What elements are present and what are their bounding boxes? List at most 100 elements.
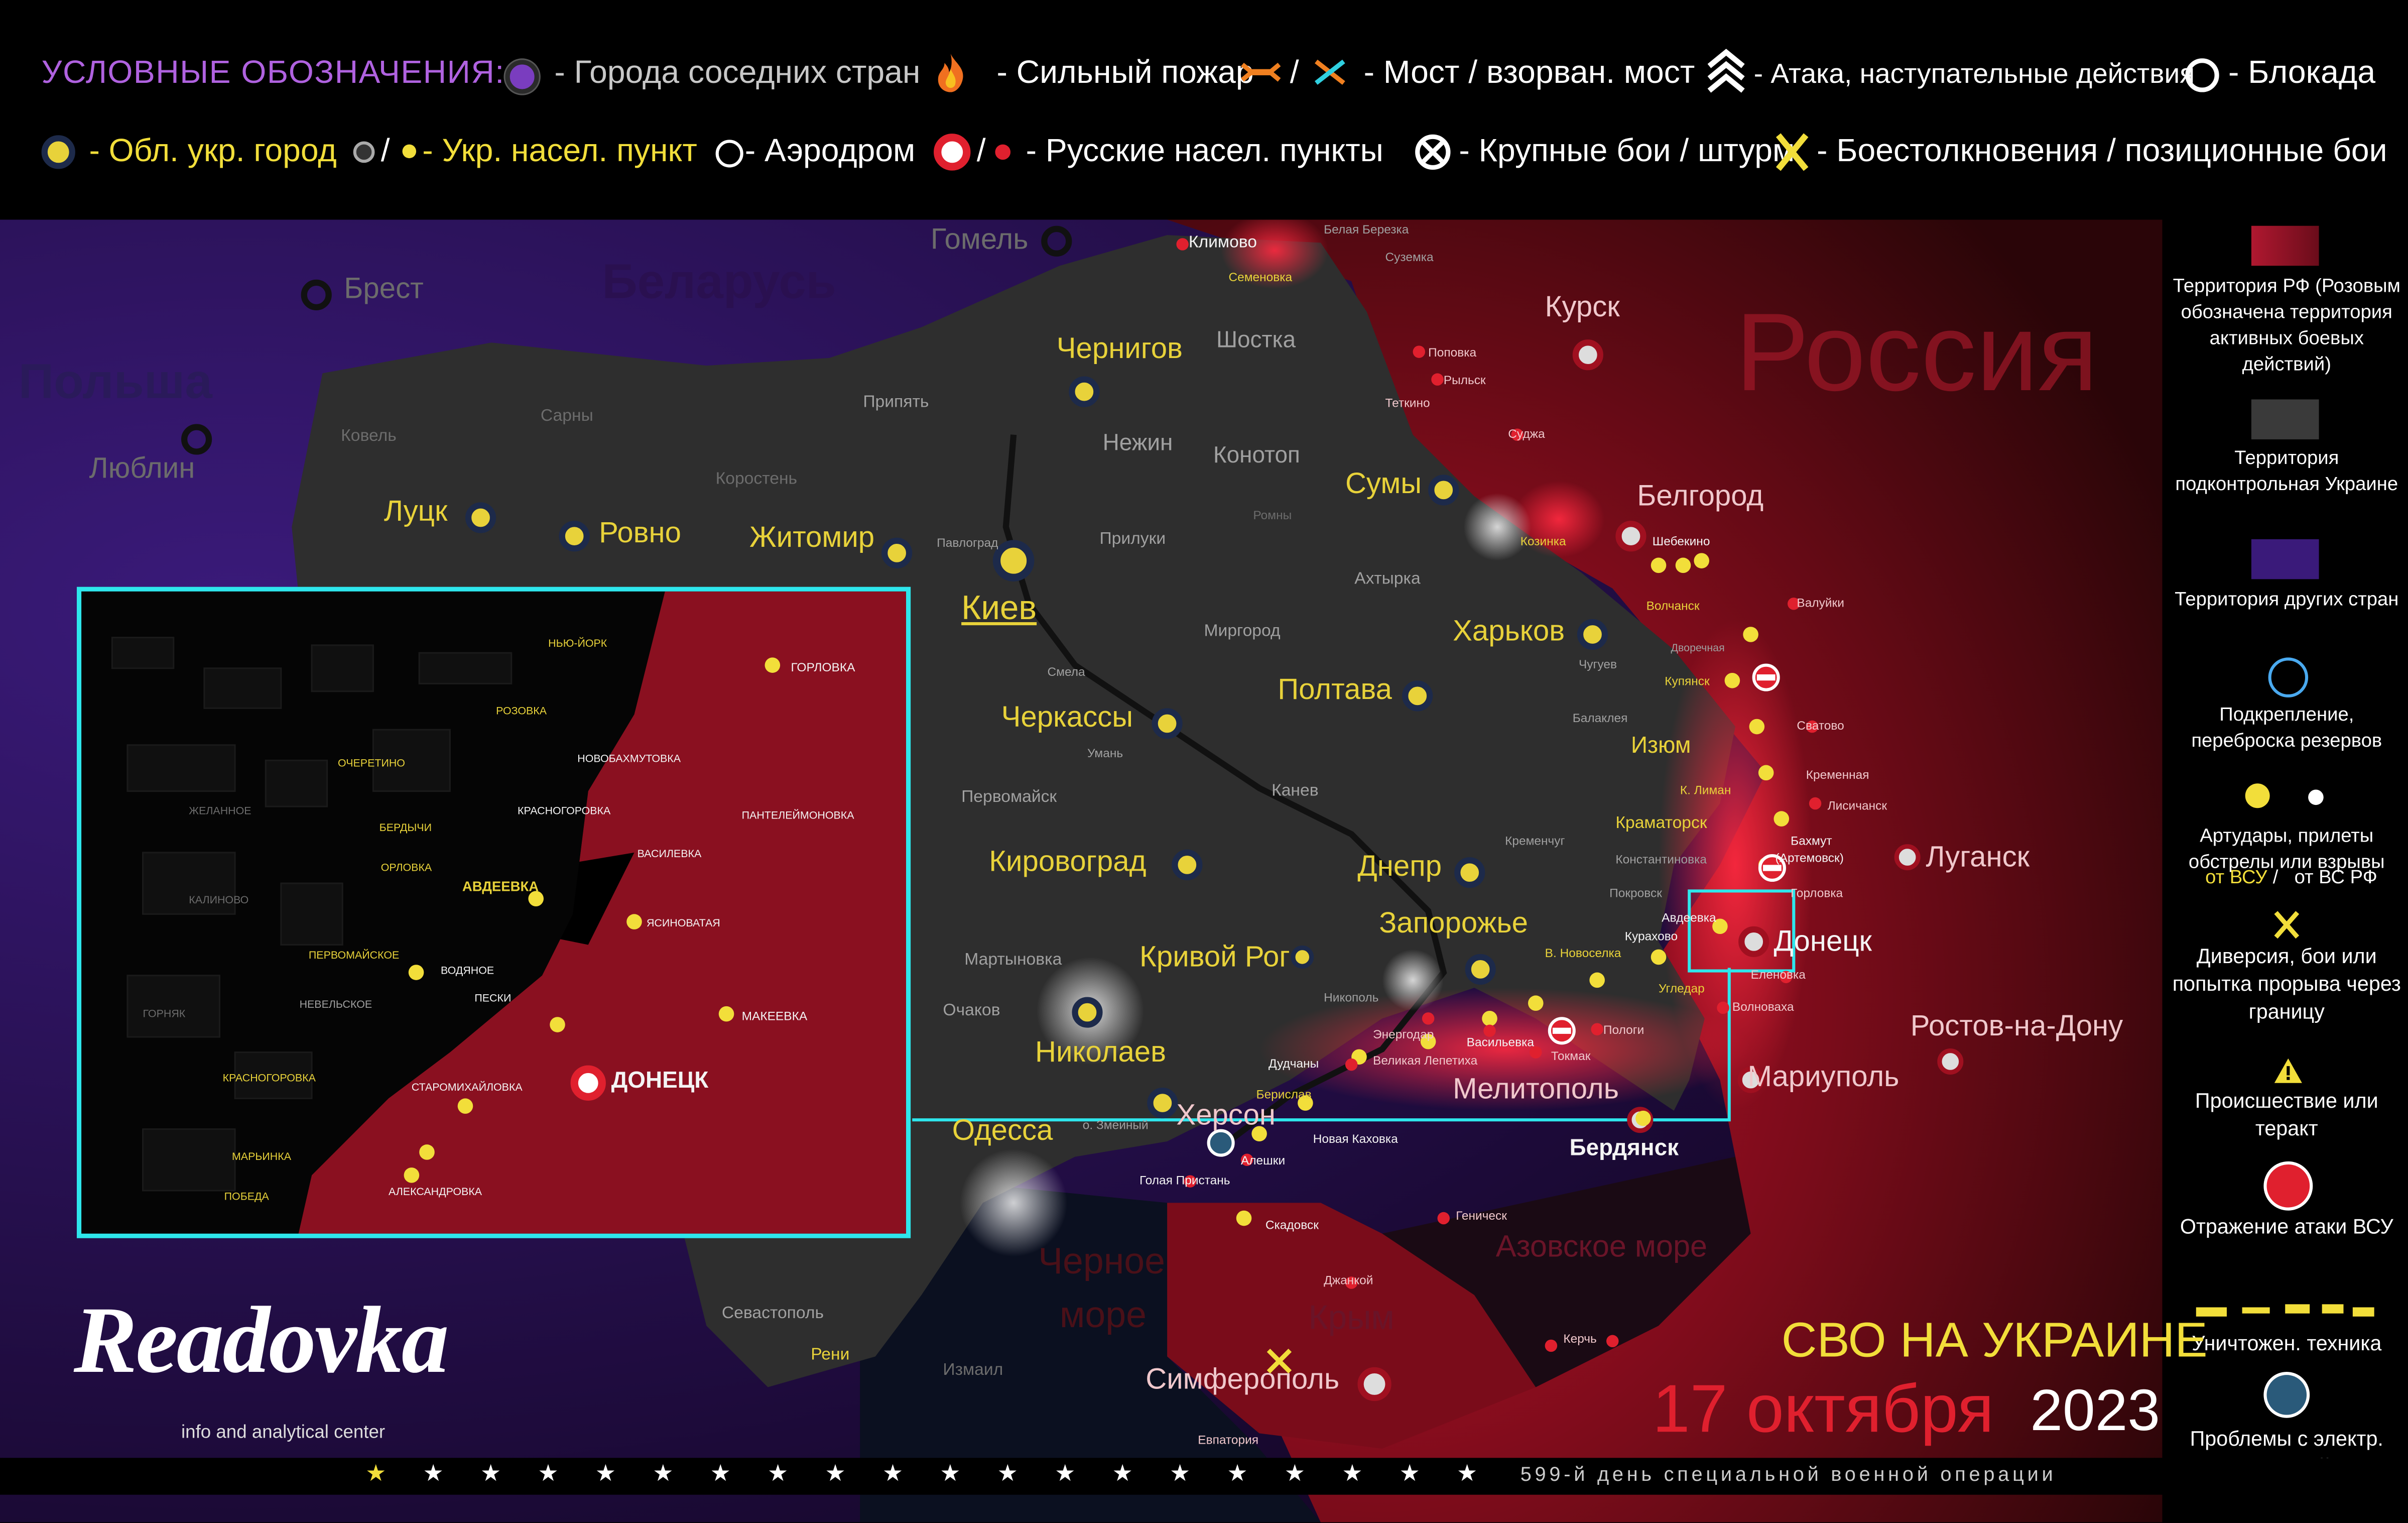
- legend-big-battles: - Крупные бои / штурм: [1459, 134, 1795, 169]
- town-izyum: Изюм: [1630, 733, 1691, 759]
- town-shebekino: Шебекино: [1652, 534, 1710, 549]
- town-klimovo: Климово: [1188, 233, 1257, 252]
- town-kozinka: Козинка: [1520, 534, 1566, 549]
- legend-row-1: УСЛОВНЫЕ ОБОЗНАЧЕНИЯ: - Города соседних …: [0, 38, 2408, 112]
- town-konstantinovka: Константиновка: [1615, 852, 1707, 867]
- poland-label: Польша: [18, 353, 212, 409]
- footer-star-icon: ★: [882, 1461, 904, 1487]
- footer-star-icon: ★: [1112, 1461, 1133, 1487]
- oblast-city-icon: [41, 135, 75, 169]
- destroyed-vehicles-icon: [2193, 1298, 2377, 1320]
- town-tokmak: Токмак: [1551, 1049, 1591, 1064]
- town-uman: Первомайск: [961, 788, 1057, 807]
- town-kramatorsk: Краматорск: [1615, 814, 1707, 833]
- town-valuiki: Валуйки: [1797, 596, 1844, 610]
- inset-new-york: НЬЮ-ЙОРК: [548, 639, 607, 650]
- inset-rozovka: РОЗОВКА: [496, 707, 547, 718]
- fire-glow-nikopol: [1382, 949, 1444, 1011]
- city-lugansk: Луганск: [1926, 842, 2030, 874]
- footer-star-icon: ★: [940, 1461, 961, 1487]
- town-nikopol: Никополь: [1324, 991, 1379, 1005]
- city-rovno: Ровно: [599, 517, 681, 550]
- inset-makeevka: МАКЕЕВКА: [741, 1009, 808, 1023]
- town-pripyat: Припять: [863, 393, 929, 412]
- town-kovel: Ковель: [341, 427, 397, 446]
- electricity-marker: [1207, 1129, 1235, 1157]
- inset-pobeda: ПОБЕДА: [224, 1192, 269, 1203]
- legend-ukr-town: - Укр. насел. пункт: [422, 134, 697, 169]
- sidebar-artillery-ukr: от ВСУ: [2205, 866, 2267, 888]
- footer-star-icon: ★: [480, 1461, 501, 1487]
- city-sumy: Сумы: [1345, 468, 1422, 501]
- inset-pervomaiskoe: ПЕРВОМАЙСКОЕ: [308, 951, 400, 962]
- fire-icon: [931, 51, 971, 94]
- city-kiev: Киев: [961, 588, 1037, 627]
- city-zhitomir: Житомир: [749, 522, 875, 555]
- town-priluki: Прилуки: [1099, 530, 1166, 549]
- town-suzemka: Суземка: [1385, 250, 1434, 265]
- footer-star-icon: ★: [1457, 1461, 1478, 1487]
- city-krivoy-rog: Кривой Рог: [1139, 942, 1290, 974]
- footer-star-icon: ★: [1399, 1461, 1420, 1487]
- bridge-icon: [1239, 55, 1283, 89]
- russian-town-icon: [995, 144, 1011, 160]
- legend-title: УСЛОВНЫЕ ОБОЗНАЧЕНИЯ:: [41, 55, 505, 91]
- footer-star-icon: ★: [1342, 1461, 1363, 1487]
- fire-glow-odessa: [960, 1149, 1068, 1257]
- reinforcement-icon: [2268, 657, 2309, 697]
- town-v-novoselka: В. Новоселка: [1545, 946, 1621, 961]
- footer-star-icon: ★: [825, 1461, 846, 1487]
- sabotage-icon: [2273, 909, 2301, 940]
- city-brest: Брест: [344, 273, 424, 306]
- inset-svg: [81, 591, 906, 1234]
- town-icon-yellow: [402, 144, 417, 159]
- town-kurakhovo: Курахово: [1624, 929, 1678, 944]
- legend-airfield: - Аэродром: [744, 134, 916, 169]
- donetsk-inset: ГОРЛОВКА НЬЮ-ЙОРК РОЗОВКА НОВОБАХМУТОВКА…: [76, 587, 911, 1238]
- inset-gornyak: ГОРНЯК: [143, 1009, 186, 1020]
- city-kursk: Курск: [1545, 292, 1620, 324]
- city-chernigov: Чернигов: [1056, 333, 1183, 366]
- town-reni: Севастополь: [721, 1304, 824, 1323]
- ukraine-swatch: [2251, 399, 2319, 439]
- town-kerch: Керчь: [1563, 1332, 1597, 1346]
- airfield-icon: [715, 140, 743, 168]
- city-kherson: Херсон: [1176, 1100, 1276, 1132]
- town-gorlovka: Горловка: [1791, 886, 1843, 900]
- town-sudzha: Суджа: [1508, 427, 1545, 441]
- headline: СВО НА УКРАИНЕ: [1781, 1312, 2208, 1367]
- town-korosten: Коростень: [715, 470, 798, 489]
- sidebar-artillery-slash: /: [2272, 866, 2278, 888]
- footer-star-icon: ★: [710, 1461, 731, 1487]
- city-kharkov: Харьков: [1453, 616, 1565, 649]
- town-svatovo: Сватово: [1797, 719, 1844, 733]
- town-bakhmut: Бахмут: [1791, 834, 1832, 848]
- town-smela: Умань: [1087, 746, 1123, 761]
- city-donetsk: Донецк: [1773, 926, 1872, 959]
- attack-chevrons-icon: [1705, 48, 1748, 100]
- legend-slash-3: /: [976, 134, 986, 169]
- town-akhtyrka: Ахтырка: [1354, 570, 1421, 589]
- belarus-label: Беларусь: [602, 253, 836, 309]
- other-swatch: [2251, 539, 2319, 579]
- inset-krasnogorovka-s: КРАСНОГОРОВКА: [222, 1074, 316, 1085]
- town-popovka: Поповка: [1428, 345, 1477, 360]
- donetsk-marker: [1738, 926, 1769, 957]
- sidebar-incident: Происшествие или теракт: [2195, 1089, 2378, 1140]
- town-tetkino: Теткино: [1385, 396, 1430, 410]
- town-sevastopol: Евпатория: [1198, 1433, 1259, 1447]
- kursk-marker: [1572, 339, 1603, 371]
- legend-big-fire: - Сильный пожар: [996, 55, 1254, 91]
- fire-glow-kozinka: [1463, 493, 1532, 561]
- inset-berdychi: БЕРДЫЧИ: [379, 823, 432, 835]
- town-martynovka: Очаков: [943, 1001, 1000, 1020]
- town-aleshki: Алешки: [1240, 1153, 1286, 1168]
- town-elenovka: Еленовка: [1750, 968, 1806, 982]
- town-shostka: Шостка: [1216, 327, 1296, 354]
- sidebar-reinforcement: Подкрепление, переброска резервов: [2191, 704, 2382, 751]
- town-rylsk: Рыльск: [1443, 373, 1486, 387]
- headline-date: 17 октября: [1652, 1371, 1994, 1447]
- lugansk-marker: [1894, 844, 1921, 871]
- inset-kalinovo: КАЛИНОВО: [189, 895, 249, 906]
- sidebar-russia: Территория РФ (Розовым обозначена террит…: [2173, 275, 2400, 375]
